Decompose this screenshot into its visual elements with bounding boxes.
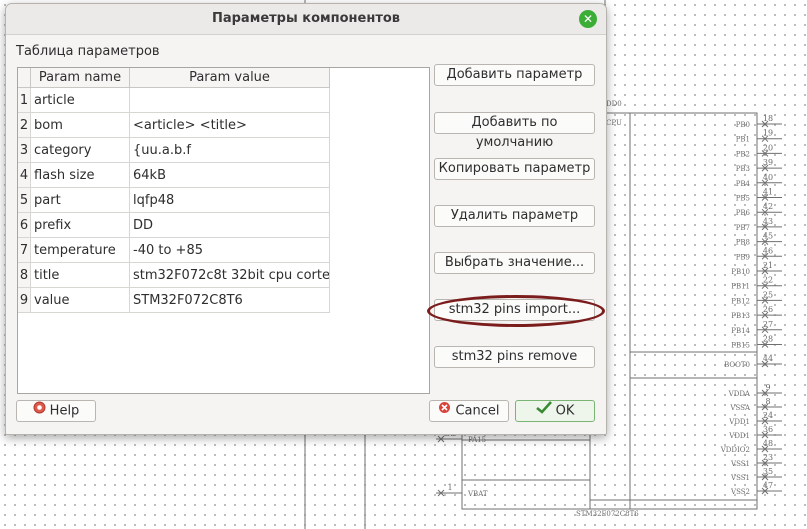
choose-value-button[interactable]: Выбрать значение... [434,252,595,274]
param-name-cell[interactable]: flash size [30,162,130,188]
row-index[interactable]: 4 [18,162,31,188]
schematic-power-pin-label: VDDIO2 [720,446,750,454]
param-name-cell[interactable]: prefix [30,212,130,238]
schematic-pin-label: PB15 [731,342,750,350]
schematic-pin-label: PB12 [731,297,750,305]
schematic-pin-label: PB7 [736,224,750,232]
row-index[interactable]: 3 [18,137,31,163]
schematic-power-pin-label: VDD1 [728,418,750,426]
table-row[interactable]: 4 flash size 64kB [18,162,330,188]
copy-param-button[interactable]: Копировать параметр [434,158,595,180]
help-label: Help [49,403,80,419]
schematic-power-pin-label: VDDA [728,390,751,398]
cancel-label: Cancel [455,403,500,419]
table-row[interactable]: 1 article [18,87,330,113]
params-table: Param name Param value 1 article 2 bom <art… [17,67,430,394]
ok-button[interactable]: OK [515,400,595,422]
dialog-titlebar[interactable]: Параметры компонентов ✕ [6,4,606,35]
schematic-pin-label: PB2 [736,150,750,158]
param-value-cell[interactable]: <article> <title> [129,112,330,138]
schematic-left-pin-label: PA15 [468,436,486,444]
help-button[interactable]: Help [16,400,96,422]
schematic-part-label: STM32F072C8T6 [576,510,639,518]
column-header-param-value[interactable]: Param value [129,68,330,88]
schematic-pin-label: PB13 [731,312,750,320]
table-row[interactable]: 7 temperature -40 to +85 [18,237,330,263]
section-label: Таблица параметров [16,44,160,59]
row-index[interactable]: 8 [18,262,31,288]
param-value-cell[interactable] [129,87,330,113]
add-param-button[interactable]: Добавить параметр [434,64,595,86]
schematic-pin-label: PB3 [736,165,750,173]
schematic-pin-label: PB4 [736,180,751,188]
schematic-cpu-label: CPU [606,119,622,127]
param-value-cell[interactable]: lqfp48 [129,187,330,213]
params-grid: Param name Param value 1 article 2 bom <art… [18,68,330,313]
stm32-pins-remove-button[interactable]: stm32 pins remove [434,346,595,368]
row-index[interactable]: 6 [18,212,31,238]
param-name-cell[interactable]: article [30,87,130,113]
param-name-cell[interactable]: part [30,187,130,213]
schematic-pin-label: PB6 [736,209,751,217]
schematic-power-pin-label: VSS2 [730,488,750,496]
schematic-power-pin-label: VSS1 [730,474,750,482]
cancel-button[interactable]: Cancel [429,400,509,422]
ok-label: OK [555,403,575,419]
table-row[interactable]: 6 prefix DD [18,212,330,238]
component-params-dialog: Параметры компонентов ✕ Таблица параметр… [5,3,607,435]
schematic-power-pin-label: VSS1 [730,460,750,468]
param-name-cell[interactable]: category [30,137,130,163]
close-icon[interactable]: ✕ [579,10,597,28]
checkmark-icon [535,401,552,421]
corner-header [18,68,31,88]
highlight-ellipse [427,295,605,327]
row-index[interactable]: 9 [18,287,31,313]
cancel-icon [438,401,451,421]
row-index[interactable]: 1 [18,87,31,113]
param-value-cell[interactable]: 64kB [129,162,330,188]
table-row[interactable]: 9 value STM32F072C8T6 [18,287,330,313]
table-row[interactable]: 3 category {uu.a.b.f [18,137,330,163]
row-index[interactable]: 5 [18,187,31,213]
schematic-pin-label: PB11 [731,283,750,291]
schematic-pin-label: PB1 [736,136,750,144]
schematic-pin-label: PB10 [731,268,750,276]
schematic-left-pin-label: VBAT [467,490,488,498]
param-value-cell[interactable]: -40 to +85 [129,237,330,263]
schematic-pin-label: PB0 [736,121,750,129]
param-value-cell[interactable]: stm32F072c8t 32bit cpu corte… [129,262,330,288]
schematic-ref-label: DD0 [606,100,622,108]
schematic-pin-label: PB14 [731,327,750,335]
param-name-cell[interactable]: temperature [30,237,130,263]
schematic-pin-label: PB8 [736,239,750,247]
table-row[interactable]: 2 bom <article> <title> [18,112,330,138]
schematic-power-pin-label: VDD1 [728,432,750,440]
param-value-cell[interactable]: STM32F072C8T6 [129,287,330,313]
table-row[interactable]: 8 title stm32F072c8t 32bit cpu corte… [18,262,330,288]
dialog-title: Параметры компонентов [211,11,401,26]
param-name-cell[interactable]: value [30,287,130,313]
param-value-cell[interactable]: DD [129,212,330,238]
param-name-cell[interactable]: title [30,262,130,288]
param-name-cell[interactable]: bom [30,112,130,138]
schematic-power-pin-label: VSSA [729,404,751,412]
schematic-pin-label: PB5 [736,195,750,203]
schematic-boot-pin-label: BOOT0 [724,361,750,369]
schematic-pin-label: PB9 [736,253,750,261]
param-value-cell[interactable]: {uu.a.b.f [129,137,330,163]
row-index[interactable]: 2 [18,112,31,138]
schematic-left-pin-number: 1 [447,483,452,492]
row-index[interactable]: 7 [18,237,31,263]
column-header-param-name[interactable]: Param name [30,68,130,88]
delete-param-button[interactable]: Удалить параметр [434,205,595,227]
help-icon [33,401,46,421]
add-default-button[interactable]: Добавить по умолчанию [434,112,595,150]
table-row[interactable]: 5 part lqfp48 [18,187,330,213]
